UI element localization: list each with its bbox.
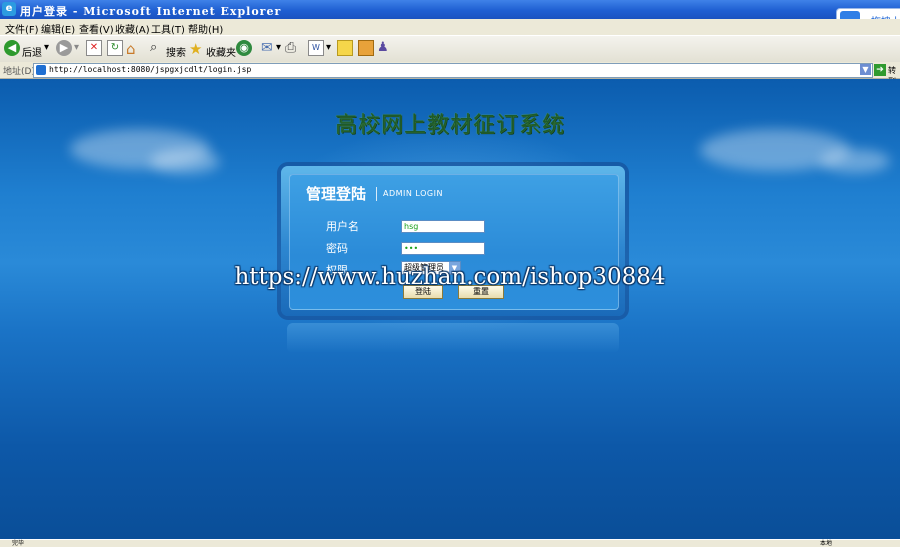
system-title: 高校网上教材征订系统 [334,113,565,138]
login-panel: 管理登陆 ADMIN LOGIN 用户名 hsg 密码 ••• 权限 超级管理员… [281,166,625,316]
background-cloud [150,149,220,174]
search-button-label[interactable]: 搜索 [166,44,186,59]
print-icon[interactable]: ⎙ [285,40,296,58]
menu-help[interactable]: 帮助(H) [188,21,223,36]
address-bar: 地址(D) http://localhost:8080/jspgxjcdlt/l… [0,62,900,86]
back-button-label[interactable]: 后退 [22,44,42,59]
edit-dropdown-icon[interactable]: ▾ [326,42,331,53]
address-input[interactable]: http://localhost:8080/jspgxjcdlt/login.j… [33,63,873,78]
menu-edit[interactable]: 编辑(E) [41,21,75,36]
discuss-icon[interactable] [337,40,353,56]
forward-dropdown-icon[interactable]: ▾ [74,42,79,53]
panel-subtitle: ADMIN LOGIN [383,189,443,198]
forward-arrow-icon[interactable]: ▶ [56,40,72,56]
refresh-icon[interactable]: ↻ [107,40,123,56]
back-arrow-icon[interactable]: ◀ [4,40,20,56]
menu-bar: 文件(F) 编辑(E) 查看(V) 收藏(A) 工具(T) 帮助(H) [0,19,900,36]
home-icon[interactable]: ⌂ [126,40,136,58]
password-label: 密码 [326,242,348,255]
favorites-star-icon[interactable]: ★ [189,40,202,58]
address-url[interactable]: http://localhost:8080/jspgxjcdlt/login.j… [49,65,251,74]
menu-file[interactable]: 文件(F) [5,21,39,36]
background-cloud [820,149,890,173]
address-dropdown-icon[interactable]: ▼ [860,64,871,75]
favorites-button-label[interactable]: 收藏夹 [206,44,236,59]
menu-view[interactable]: 查看(V) [79,21,114,36]
mail-dropdown-icon[interactable]: ▾ [276,42,281,53]
page-icon [36,65,46,75]
ie-logo-icon: e [2,2,16,16]
stop-icon[interactable]: ✕ [86,40,102,56]
address-label: 地址(D) [3,67,35,77]
menu-favorites[interactable]: 收藏(A) [115,21,150,36]
username-label: 用户名 [326,220,359,233]
search-icon[interactable]: ⌕ [150,40,157,58]
go-arrow-icon[interactable]: ➔ [874,64,886,76]
menu-tools[interactable]: 工具(T) [151,21,185,36]
media-icon[interactable]: ◉ [236,40,252,56]
watermark-url: https://www.huzhan.com/ishop30884 [234,264,666,290]
edit-word-icon[interactable]: W [308,40,324,56]
research-icon[interactable] [358,40,374,56]
messenger-icon[interactable]: ♟ [377,40,389,58]
back-dropdown-icon[interactable]: ▾ [44,42,49,53]
panel-title: 管理登陆 [306,185,367,203]
panel-title-divider [376,187,377,201]
toolbar: ◀ 后退 ▾ ▶ ▾ ✕ ↻ ⌂ ⌕ 搜索 ★ 收藏夹 ◉ ✉ ▾ ⎙ W ▾ … [0,35,900,63]
page-content: 高校网上教材征订系统 管理登陆 ADMIN LOGIN 用户名 hsg 密码 •… [0,79,900,539]
username-input[interactable]: hsg [401,220,485,233]
window-titlebar: e 用户登录 - Microsoft Internet Explorer [0,0,900,19]
mail-icon[interactable]: ✉ [261,40,273,58]
panel-reflection [287,323,619,353]
password-input[interactable]: ••• [401,242,485,255]
window-title: 用户登录 - Microsoft Internet Explorer [20,5,282,18]
